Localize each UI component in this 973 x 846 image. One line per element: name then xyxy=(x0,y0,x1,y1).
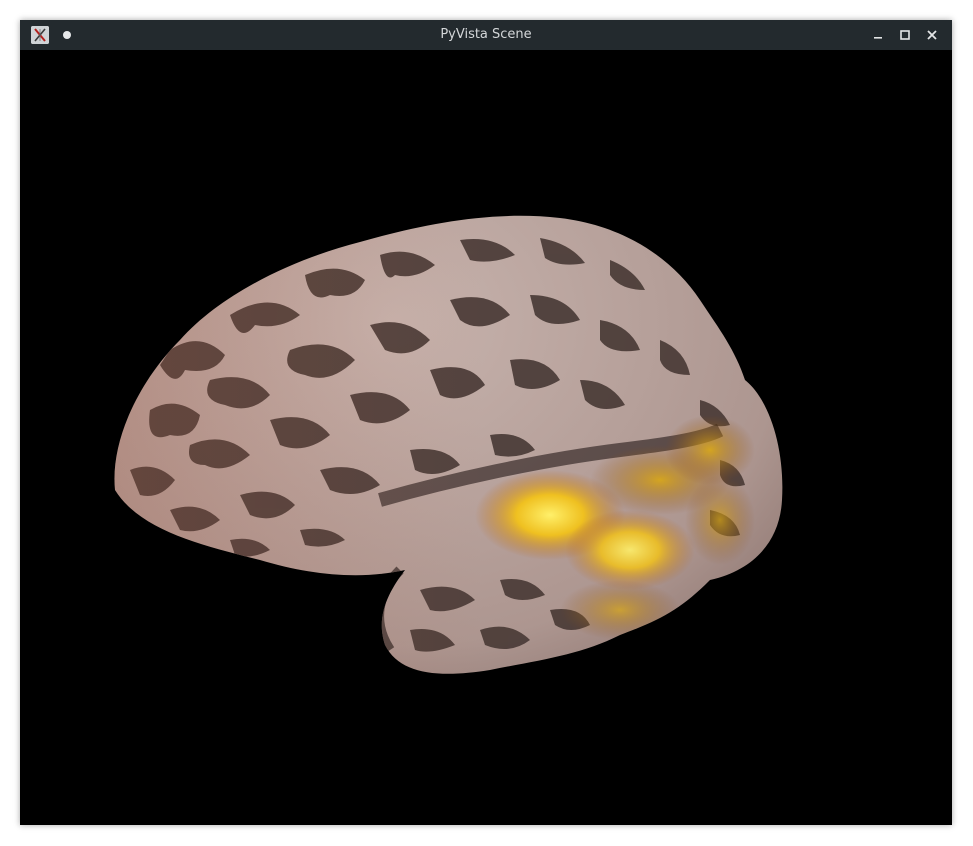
window-title: PyVista Scene xyxy=(440,27,532,42)
title-bar[interactable]: PyVista Scene xyxy=(20,20,952,50)
maximize-icon[interactable] xyxy=(896,26,914,44)
brain-surface xyxy=(114,215,783,674)
render-viewport[interactable] xyxy=(20,50,952,825)
pyvista-window: PyVista Scene xyxy=(20,20,952,825)
minimize-icon[interactable] xyxy=(869,26,887,44)
close-icon[interactable] xyxy=(923,26,941,44)
